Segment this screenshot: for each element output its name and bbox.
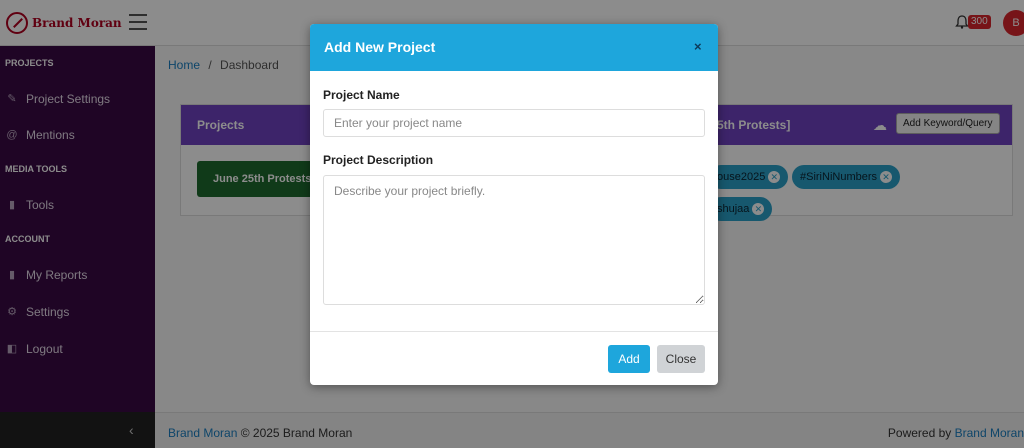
modal-title: Add New Project	[324, 39, 436, 55]
project-description-label: Project Description	[323, 153, 434, 167]
close-button[interactable]: Close	[657, 345, 705, 373]
modal-header: Add New Project ×	[310, 24, 718, 71]
project-name-label: Project Name	[323, 88, 400, 102]
close-icon[interactable]: ×	[694, 39, 702, 54]
project-description-textarea[interactable]	[323, 175, 705, 305]
project-name-input[interactable]	[323, 109, 705, 137]
add-button[interactable]: Add	[608, 345, 650, 373]
modal-footer-divider	[310, 331, 718, 332]
add-project-modal: Add New Project × Project Name Project D…	[310, 24, 718, 385]
